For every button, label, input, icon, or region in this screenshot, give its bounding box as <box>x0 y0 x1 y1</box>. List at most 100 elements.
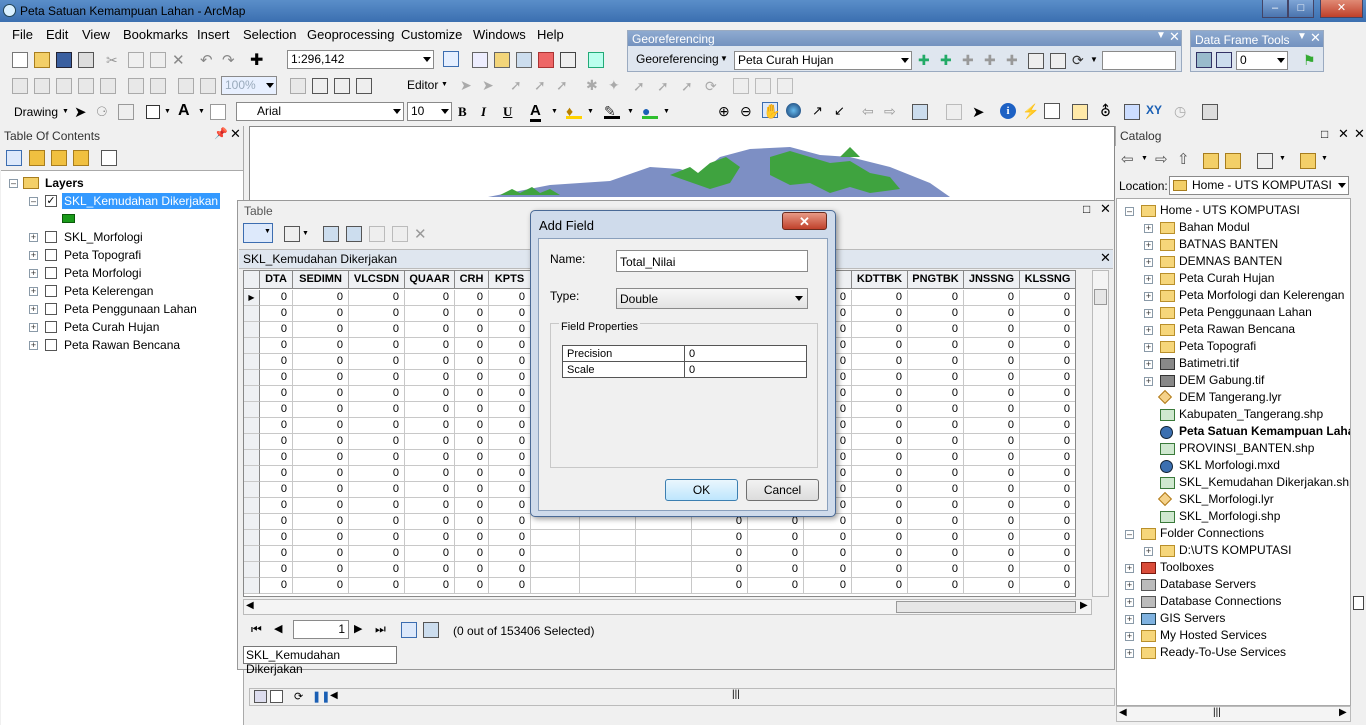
save-icon[interactable] <box>56 52 72 68</box>
chevron-down-icon[interactable]: ▼ <box>441 81 448 88</box>
catalog-window-icon[interactable] <box>494 52 510 68</box>
field-name-input[interactable]: Total_Nilai <box>616 250 808 272</box>
fill-color-icon[interactable]: ♦ <box>566 103 582 119</box>
table-cell[interactable]: 0 <box>489 290 531 306</box>
table-cell[interactable]: 0 <box>1020 546 1075 562</box>
table-cell[interactable]: 0 <box>852 546 908 562</box>
table-cell[interactable]: 0 <box>908 578 964 594</box>
layer-visibility-checkbox[interactable] <box>45 267 57 279</box>
location-combo[interactable]: Home - UTS KOMPUTASI <box>1169 176 1349 195</box>
table-cell[interactable]: 0 <box>489 530 531 546</box>
scale-value[interactable]: 0 <box>685 362 806 378</box>
expand-icon[interactable]: + <box>1144 224 1153 233</box>
paste-icon[interactable] <box>150 52 166 68</box>
table-cell[interactable]: 0 <box>489 370 531 386</box>
table-cell[interactable]: 0 <box>405 546 455 562</box>
table-cell[interactable]: 0 <box>260 466 293 482</box>
find-route-icon[interactable] <box>1124 104 1140 120</box>
table-cell[interactable]: 0 <box>349 530 405 546</box>
chevron-down-icon[interactable]: ▼ <box>663 108 670 115</box>
collapse-icon[interactable]: – <box>1125 207 1134 216</box>
table-cell[interactable]: 0 <box>260 322 293 338</box>
back-arrow-icon[interactable]: ⇦ <box>1121 150 1134 168</box>
clear-selection-icon[interactable] <box>946 104 962 120</box>
layer-visibility-checkbox[interactable]: ✓ <box>45 195 57 207</box>
table-cell[interactable]: 0 <box>405 354 455 370</box>
layer-visibility-checkbox[interactable] <box>45 339 57 351</box>
expand-icon[interactable]: + <box>29 341 38 350</box>
marker-color-icon[interactable]: ● <box>642 103 658 119</box>
table-cell[interactable]: 0 <box>293 498 349 514</box>
table-cell[interactable]: 0 <box>260 402 293 418</box>
table-cell[interactable]: 0 <box>908 370 964 386</box>
chevron-down-icon[interactable]: ▼ <box>1090 55 1098 64</box>
undo-icon[interactable]: ↶ <box>200 51 216 69</box>
table-cell[interactable]: 0 <box>489 514 531 530</box>
table-cell[interactable]: 0 <box>455 578 489 594</box>
table-cell[interactable]: 0 <box>349 290 405 306</box>
new-document-icon[interactable] <box>12 52 28 68</box>
table-cell[interactable]: 0 <box>455 418 489 434</box>
table-cell[interactable]: 0 <box>260 338 293 354</box>
table-cell[interactable]: 0 <box>1020 354 1075 370</box>
table-cell[interactable]: 0 <box>908 562 964 578</box>
pause-drawing-icon[interactable]: ❚❚ <box>312 690 330 703</box>
edit-annotation-icon[interactable]: ➤ <box>482 77 498 93</box>
table-cell[interactable]: 0 <box>964 482 1020 498</box>
up-one-level-icon[interactable]: ⇧ <box>1177 150 1190 168</box>
attributes-icon[interactable] <box>733 78 749 94</box>
table-cell[interactable]: 0 <box>908 418 964 434</box>
cut-polygons-icon[interactable]: ➚ <box>657 78 673 94</box>
table-cell[interactable]: 0 <box>349 322 405 338</box>
flag-icon[interactable]: ⚑ <box>1303 52 1319 68</box>
expand-icon[interactable]: + <box>1125 564 1134 573</box>
catalog-horizontal-scrollbar[interactable]: ◀ ||| ▶ <box>1116 706 1351 722</box>
select-elements-pointer-icon[interactable]: ➤ <box>972 103 988 121</box>
select-features-icon[interactable] <box>912 104 928 120</box>
row-selector[interactable] <box>244 370 260 386</box>
model-builder-icon[interactable] <box>588 52 604 68</box>
link-table-icon[interactable] <box>1050 53 1066 69</box>
table-cell[interactable]: 0 <box>1020 578 1075 594</box>
scrollbar-thumb[interactable] <box>896 601 1076 613</box>
open-folder-icon[interactable] <box>34 52 50 68</box>
show-all-records-icon[interactable] <box>401 622 417 638</box>
table-cell[interactable]: 0 <box>260 482 293 498</box>
table-cell[interactable]: 0 <box>964 450 1020 466</box>
table-cell[interactable]: 0 <box>489 482 531 498</box>
table-cell[interactable]: 0 <box>489 546 531 562</box>
table-cell[interactable]: 0 <box>349 546 405 562</box>
row-selector[interactable] <box>244 418 260 434</box>
table-cell[interactable]: 0 <box>852 562 908 578</box>
table-cell[interactable]: 0 <box>260 514 293 530</box>
expand-icon[interactable]: + <box>1125 615 1134 624</box>
last-record-icon[interactable]: ⏭ <box>375 622 386 637</box>
table-cell[interactable]: 0 <box>293 546 349 562</box>
close-icon[interactable]: ✕ <box>1354 126 1365 142</box>
table-cell[interactable]: 0 <box>748 546 804 562</box>
table-cell[interactable]: 0 <box>455 450 489 466</box>
table-cell[interactable]: 0 <box>489 498 531 514</box>
rotation-angle-combo[interactable]: 0 <box>1236 51 1288 70</box>
toc-layer[interactable]: Peta Rawan Bencana <box>64 338 180 352</box>
new-folder-icon[interactable] <box>1300 153 1316 169</box>
text-tool-icon[interactable]: A <box>178 102 190 120</box>
table-cell[interactable]: 0 <box>1020 530 1075 546</box>
chevron-down-icon[interactable]: ▼ <box>587 108 594 115</box>
scroll-grip-icon[interactable]: ||| <box>1213 707 1221 718</box>
table-cell[interactable]: 0 <box>489 322 531 338</box>
table-cell[interactable] <box>636 562 692 578</box>
table-cell[interactable]: 0 <box>489 418 531 434</box>
table-cell[interactable]: 0 <box>1020 498 1075 514</box>
table-cell[interactable]: 0 <box>964 514 1020 530</box>
arctoolbox-icon[interactable] <box>538 52 554 68</box>
go-back-icon[interactable]: ⇦ <box>862 103 878 119</box>
table-cell[interactable]: 0 <box>455 498 489 514</box>
chevron-down-icon[interactable]: ▼ <box>1321 155 1328 162</box>
table-cell[interactable]: 0 <box>349 306 405 322</box>
layout-view-icon[interactable] <box>270 690 283 703</box>
table-cell[interactable]: 0 <box>964 370 1020 386</box>
table-cell[interactable]: 0 <box>293 418 349 434</box>
layout-zoom-combo[interactable]: 100% <box>221 76 277 95</box>
column-header[interactable]: PNGTBK <box>908 271 964 289</box>
